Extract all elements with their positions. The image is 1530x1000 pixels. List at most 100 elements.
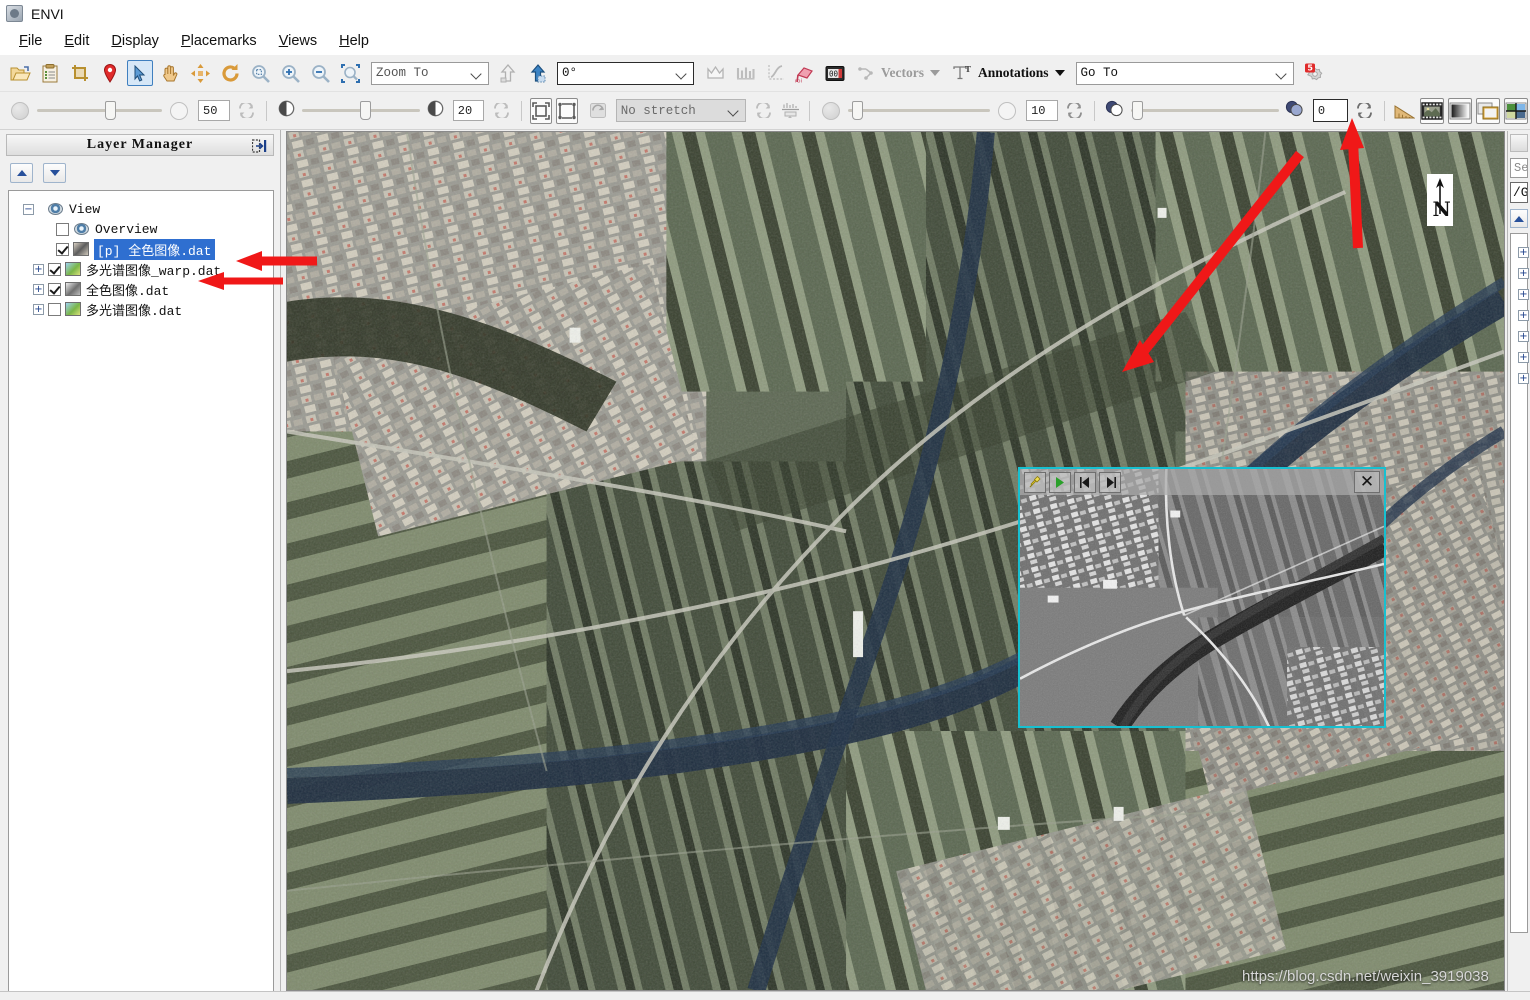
sharpen-knob-left[interactable] [822,101,841,120]
cursor-select-icon[interactable] [127,60,153,86]
expand-node-icon[interactable]: + [1518,310,1529,321]
blend-view-icon[interactable] [1448,97,1472,124]
zoom-to-combo[interactable]: Zoom To [371,61,489,85]
menu-views[interactable]: Views [268,31,328,51]
sharpen-knob-right[interactable] [998,101,1017,120]
layer-row-ms[interactable]: + 多光谱图像.dat [15,299,273,319]
layer-checkbox[interactable] [56,222,69,236]
histogram-stretch-icon[interactable] [779,98,801,124]
pan-hand-icon[interactable] [157,60,183,86]
menu-edit[interactable]: Edit [53,31,100,51]
portal-window[interactable]: ✕ [1018,467,1386,728]
sharpen-reset-icon[interactable] [1064,98,1086,124]
flicker-view-icon[interactable] [1476,97,1500,124]
toolbox-path-field[interactable]: /G [1510,182,1528,203]
toolbox-node[interactable]: + [1511,284,1529,305]
pin-portal-icon[interactable] [1024,471,1046,493]
envi5-preferences-icon[interactable]: 5 [1302,60,1328,86]
stretch-apply-reset-icon[interactable] [752,98,774,124]
vectors-dropdown[interactable]: Vectors [858,65,940,81]
transparency-knob-right[interactable] [170,101,188,120]
sharpen-value[interactable]: 10 [1026,100,1058,121]
toolbox-node[interactable]: + [1511,326,1529,347]
fit-to-extent-icon[interactable] [555,97,579,124]
toolbox-node[interactable]: + [1511,263,1529,284]
sharpen-slider-handle[interactable] [852,101,864,120]
brightness-value[interactable]: 20 [452,100,485,121]
map-view[interactable]: N ✕ https://blog.csdn.net/weixin_3919038 [286,131,1505,991]
clipboard-icon[interactable] [37,60,63,86]
expand-node-icon[interactable]: + [33,303,44,315]
layer-row-view[interactable]: − View [15,199,273,219]
portal-image[interactable] [1020,469,1384,727]
expand-node-icon[interactable]: + [1518,268,1529,279]
blend-slider-handle[interactable] [1132,101,1144,120]
expand-node-icon[interactable]: + [33,263,44,275]
spectrum-profile-icon[interactable] [732,60,758,86]
play-portal-icon[interactable] [1049,471,1071,493]
toolbox-search-input[interactable]: Se [1510,158,1528,178]
toolbox-tree[interactable]: + + + + + + + [1510,233,1529,933]
portal-close-icon[interactable]: ✕ [1354,471,1380,493]
menu-placemarks[interactable]: Placemarks [170,31,268,51]
expand-node-icon[interactable]: + [1518,331,1529,342]
layer-checkbox[interactable] [48,282,61,296]
transparency-knob-left[interactable] [11,101,29,120]
layer-row-pan-portal[interactable]: [p] 全色图像.dat [15,238,273,260]
roi-tool-icon[interactable]: roi [792,60,818,86]
blend-slider[interactable] [1130,101,1279,120]
layer-checkbox[interactable] [56,242,69,256]
zoom-fit-icon[interactable] [247,60,273,86]
expand-node-icon[interactable]: + [1518,352,1529,363]
rotate-icon[interactable] [217,60,243,86]
curve-profile-icon[interactable] [762,60,788,86]
layer-row-overview[interactable]: Overview [15,219,273,239]
blend-knob-right-icon[interactable] [1284,100,1306,122]
expand-node-icon[interactable]: + [33,283,44,295]
brightness-slider[interactable] [301,101,420,120]
measure-ruler-icon[interactable] [1393,98,1416,124]
next-portal-icon[interactable] [1099,471,1121,493]
stretch-combo[interactable]: No stretch [615,99,747,122]
expand-node-icon[interactable]: + [1518,289,1529,300]
crown-tool-icon[interactable] [702,60,728,86]
layer-tree[interactable]: − View Overview [p] 全色图像.dat + 多光谱图像_war… [8,190,274,996]
collapse-node-icon[interactable]: − [23,203,34,215]
pixel-locator-icon[interactable]: 00 [822,60,848,86]
expand-node-icon[interactable]: + [1518,373,1529,384]
swipe-view-icon[interactable] [1504,97,1528,124]
toolbox-collapse-button[interactable] [1510,209,1528,228]
layer-checkbox[interactable] [48,302,61,316]
sharpen-slider[interactable] [848,101,991,120]
layer-row-pan[interactable]: + 全色图像.dat [15,279,273,299]
blend-knob-left-icon[interactable] [1104,100,1126,122]
transparency-slider-handle[interactable] [104,101,116,120]
toolbox-node[interactable]: + [1511,368,1529,389]
previous-portal-icon[interactable] [1074,471,1096,493]
transparency-reset-icon[interactable] [236,98,258,124]
fit-to-window-icon[interactable] [529,97,552,124]
layer-row-ms-warp[interactable]: + 多光谱图像_warp.dat [15,259,273,279]
menu-help[interactable]: Help [328,31,380,51]
toolbox-node[interactable]: + [1511,347,1529,368]
move-layer-down-icon[interactable] [43,163,66,183]
zoom-out-icon[interactable] [307,60,333,86]
next-view-icon[interactable] [525,60,551,86]
brightness-slider-handle[interactable] [359,101,371,120]
expand-node-icon[interactable]: + [1518,247,1529,258]
blend-value[interactable]: 0 [1312,99,1348,122]
blend-reset-icon[interactable] [1354,98,1376,124]
placemark-pin-icon[interactable] [97,60,123,86]
zoom-to-selection-icon[interactable] [337,60,363,86]
fly-move-icon[interactable] [187,60,213,86]
menu-display[interactable]: Display [100,31,170,51]
stretch-reset-icon[interactable] [586,98,608,124]
portal-icon[interactable] [1420,97,1444,124]
toolbox-node[interactable]: + [1511,242,1529,263]
go-to-field[interactable]: Go To [1075,61,1294,85]
toolbox-node[interactable]: + [1511,305,1529,326]
brightness-reset-icon[interactable] [490,98,512,124]
rotation-combo[interactable]: 0° [557,61,694,85]
layer-checkbox[interactable] [48,262,61,276]
move-layer-up-icon[interactable] [10,163,33,183]
